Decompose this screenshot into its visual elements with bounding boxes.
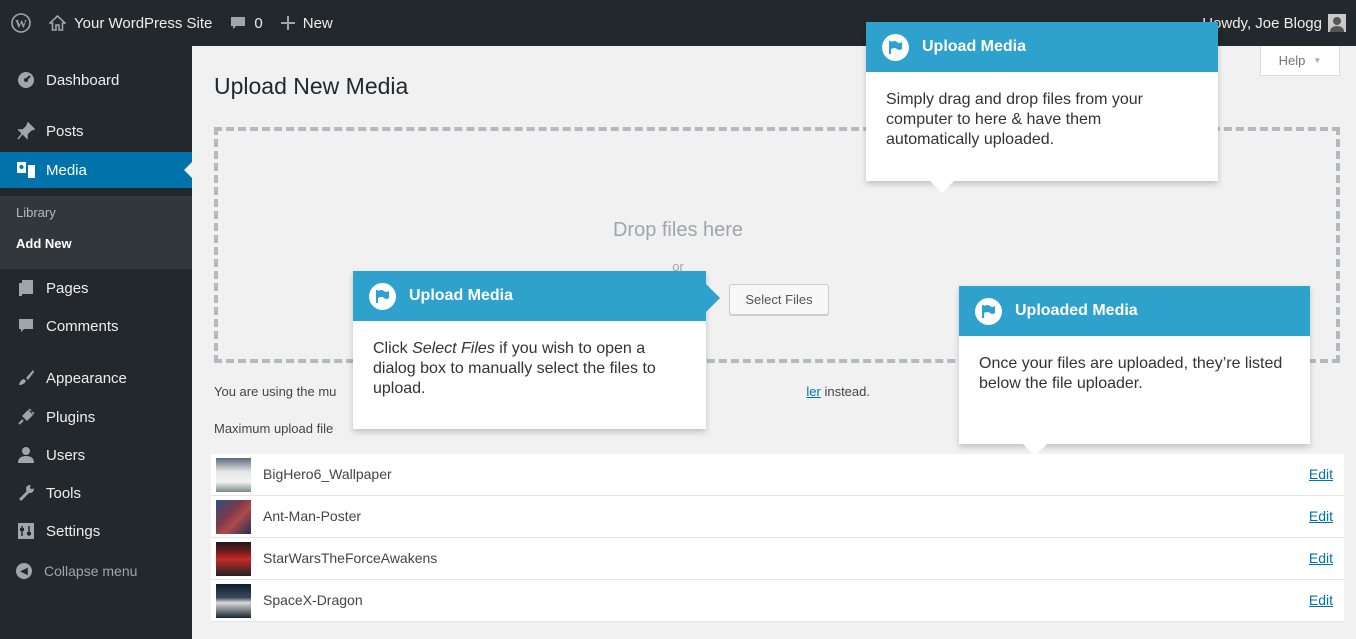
- menu-media[interactable]: Media: [0, 152, 192, 188]
- menu-tools[interactable]: Tools: [0, 475, 192, 511]
- edit-link[interactable]: Edit: [1309, 550, 1333, 566]
- menu-settings[interactable]: Settings: [0, 513, 192, 549]
- uploaded-media-pointer: Uploaded Media Once your files are uploa…: [959, 286, 1310, 456]
- drop-files-heading: Drop files here: [612, 219, 744, 241]
- new-content-link[interactable]: New: [272, 0, 342, 46]
- menu-label: Appearance: [46, 369, 127, 387]
- media-item: SpaceX-Dragon Edit: [211, 580, 1344, 622]
- browser-note-end: instead.: [820, 384, 870, 399]
- comments-link[interactable]: 0: [221, 0, 271, 46]
- pointer-body-pre: Click: [373, 340, 413, 357]
- my-account[interactable]: Howdy, Joe Blogg: [1202, 0, 1356, 46]
- edit-link[interactable]: Edit: [1309, 508, 1333, 524]
- flag-icon: [882, 34, 909, 61]
- media-item: Ant-Man-Poster Edit: [211, 496, 1344, 538]
- menu-plugins[interactable]: Plugins: [0, 399, 192, 435]
- menu-appearance[interactable]: Appearance: [0, 360, 192, 396]
- menu-label: Settings: [46, 522, 101, 540]
- collapse-arrow-icon: ◀: [16, 563, 32, 579]
- media-icon: [16, 160, 36, 180]
- menu-label: Media: [46, 161, 87, 179]
- page-title: Upload New Media: [214, 73, 409, 99]
- svg-text:W: W: [15, 17, 27, 31]
- comment-icon: [16, 316, 36, 336]
- plug-icon: [16, 407, 36, 427]
- menu-label: Tools: [46, 484, 82, 502]
- caret-down-icon: ▼: [1313, 56, 1322, 65]
- menu-label: Users: [46, 446, 86, 464]
- menu-comments[interactable]: Comments: [0, 308, 192, 344]
- media-list: BigHero6_Wallpaper Edit Ant-Man-Poster E…: [211, 454, 1344, 622]
- pointer-body: Click Select Files if you wish to open a…: [373, 339, 683, 399]
- menu-label: Pages: [46, 279, 89, 297]
- menu-dashboard[interactable]: Dashboard: [0, 62, 192, 98]
- media-item: StarWarsTheForceAwakens Edit: [211, 538, 1344, 580]
- menu-users[interactable]: Users: [0, 437, 192, 473]
- collapse-label: Collapse menu: [44, 563, 138, 579]
- pointer-title: Uploaded Media: [1015, 302, 1138, 319]
- comment-icon: [231, 16, 246, 29]
- brush-icon: [16, 368, 36, 388]
- home-icon: [49, 15, 66, 31]
- flag-icon: [369, 283, 396, 310]
- edit-link[interactable]: Edit: [1309, 592, 1333, 608]
- pointer-body-emphasis: Select Files: [412, 340, 495, 357]
- plus-icon: [280, 16, 295, 30]
- pointer-header: Upload Media: [866, 22, 1218, 72]
- menu-posts[interactable]: Posts: [0, 113, 192, 149]
- media-filename: Ant-Man-Poster: [263, 508, 362, 524]
- menu-pages[interactable]: Pages: [0, 270, 192, 306]
- avatar: [1328, 14, 1346, 32]
- pointer-body: Once your files are uploaded, they’re li…: [979, 355, 1283, 392]
- howdy-label: Howdy, Joe Blogg: [1202, 14, 1322, 32]
- pointer-body: Simply drag and drop files from your com…: [886, 91, 1143, 148]
- media-thumbnail: [216, 584, 251, 618]
- browser-uploader-link[interactable]: ler: [806, 384, 820, 399]
- collapse-menu-button[interactable]: ◀ Collapse menu: [0, 553, 192, 589]
- pointer-header: Uploaded Media: [959, 286, 1310, 336]
- pointer-title: Upload Media: [922, 38, 1027, 55]
- wordpress-logo-icon[interactable]: W: [0, 0, 40, 46]
- dashboard-icon: [16, 70, 36, 90]
- browser-note-text: You are using the mu: [214, 384, 337, 399]
- help-button[interactable]: Help ▼: [1260, 46, 1340, 76]
- media-filename: SpaceX-Dragon: [263, 592, 363, 608]
- pin-icon: [16, 121, 36, 141]
- media-filename: StarWarsTheForceAwakens: [263, 550, 438, 566]
- pointer-title: Upload Media: [409, 287, 514, 304]
- menu-label: Posts: [46, 122, 84, 140]
- media-thumbnail: [216, 542, 251, 576]
- users-icon: [16, 445, 36, 465]
- admin-sidebar: Dashboard Posts Media Library Add New Pa…: [0, 46, 192, 639]
- upload-media-pointer-left: Upload Media Click Select Files if you w…: [353, 271, 720, 429]
- menu-label: Plugins: [46, 408, 96, 426]
- edit-link[interactable]: Edit: [1309, 466, 1333, 482]
- menu-label: Dashboard: [46, 71, 120, 89]
- pages-icon: [16, 278, 36, 298]
- max-upload-size: Maximum upload file: [214, 421, 334, 436]
- new-label: New: [302, 14, 333, 32]
- media-item: BigHero6_Wallpaper Edit: [211, 454, 1344, 496]
- settings-icon: [16, 521, 36, 541]
- select-files-button[interactable]: Select Files: [729, 284, 829, 315]
- upload-media-pointer-top: Upload Media Simply drag and drop files …: [866, 22, 1218, 193]
- help-label: Help: [1278, 53, 1306, 68]
- submenu-library[interactable]: Library: [16, 205, 56, 220]
- flag-icon: [975, 298, 1002, 325]
- media-filename: BigHero6_Wallpaper: [263, 466, 392, 482]
- wrench-icon: [16, 483, 36, 503]
- pointer-header: Upload Media: [353, 271, 706, 321]
- site-name-link[interactable]: Your WordPress Site: [40, 0, 221, 46]
- media-thumbnail: [216, 458, 251, 492]
- comment-count: 0: [254, 14, 263, 32]
- menu-label: Comments: [46, 317, 119, 335]
- site-name: Your WordPress Site: [74, 14, 213, 32]
- media-thumbnail: [216, 500, 251, 534]
